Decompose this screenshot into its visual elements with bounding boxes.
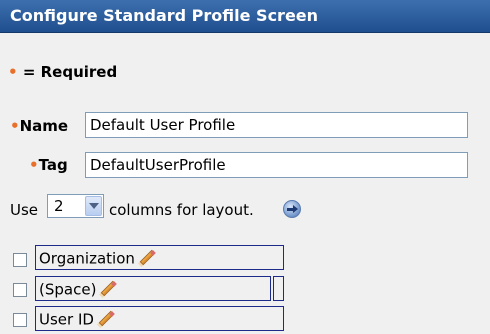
page-title: Configure Standard Profile Screen bbox=[10, 6, 319, 25]
item-label: (Space) bbox=[39, 280, 97, 299]
item-label: User ID bbox=[39, 310, 94, 329]
required-legend-text: = Required bbox=[17, 63, 118, 81]
tag-input[interactable]: DefaultUserProfile bbox=[85, 152, 468, 178]
columns-value: 2 bbox=[54, 197, 64, 215]
pencil-icon[interactable] bbox=[137, 249, 156, 268]
space-column-placeholder bbox=[273, 276, 284, 301]
required-marker: • bbox=[8, 63, 18, 81]
go-arrow-icon[interactable] bbox=[283, 200, 301, 218]
item-checkbox-user-id[interactable] bbox=[13, 313, 27, 327]
item-checkbox-space[interactable] bbox=[13, 283, 27, 297]
layout-prefix: Use bbox=[10, 201, 39, 219]
title-bar: Configure Standard Profile Screen bbox=[0, 0, 490, 33]
name-label: •Name bbox=[10, 117, 68, 135]
required-marker: • bbox=[29, 156, 39, 174]
item-label: Organization bbox=[39, 249, 135, 268]
columns-select[interactable]: 2 bbox=[47, 194, 104, 218]
item-user-id[interactable]: User ID bbox=[35, 306, 284, 331]
required-legend: • = Required bbox=[8, 63, 117, 81]
tag-label: •Tag bbox=[29, 156, 68, 174]
tag-label-text: Tag bbox=[38, 156, 68, 174]
required-marker: • bbox=[10, 117, 20, 135]
pencil-icon[interactable] bbox=[96, 310, 115, 329]
name-input[interactable]: Default User Profile bbox=[85, 112, 468, 138]
layout-suffix: columns for layout. bbox=[109, 201, 254, 219]
item-space[interactable]: (Space) bbox=[35, 276, 271, 301]
item-organization[interactable]: Organization bbox=[35, 245, 284, 270]
name-label-text: Name bbox=[19, 117, 69, 135]
pencil-icon[interactable] bbox=[99, 280, 118, 299]
chevron-down-icon[interactable] bbox=[85, 196, 102, 216]
item-checkbox-organization[interactable] bbox=[13, 253, 27, 267]
